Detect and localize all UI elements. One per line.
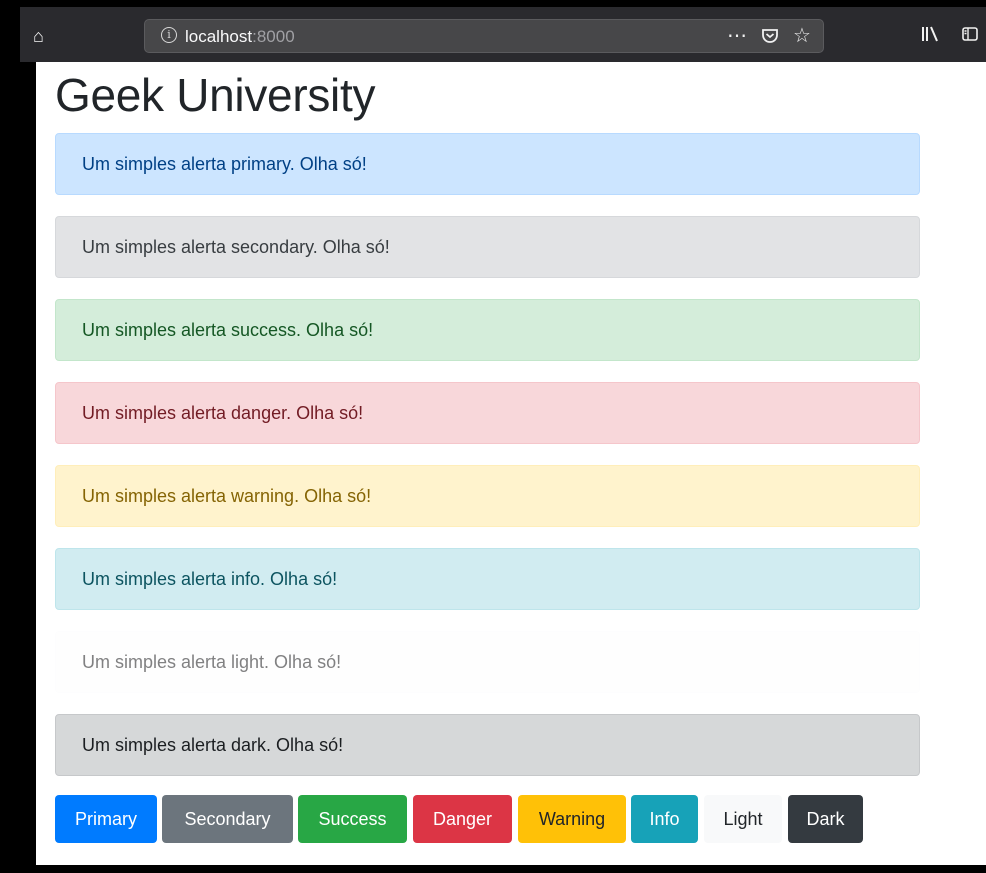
pocket-icon[interactable] [761,25,779,50]
bookmark-star-icon[interactable]: ☆ [793,25,811,47]
page-title: Geek University [55,69,376,121]
url-text[interactable]: localhost:8000 [185,27,295,47]
url-bar[interactable]: i localhost:8000 ⋯ ☆ [144,19,824,53]
url-host: localhost [185,27,253,46]
library-icon[interactable] [920,25,940,47]
alert-warning: Um simples alerta warning. Olha só! [55,465,920,527]
success-button[interactable]: Success [298,795,407,843]
alert-success: Um simples alerta success. Olha só! [55,299,920,361]
alert-secondary: Um simples alerta secondary. Olha só! [55,216,920,278]
info-icon[interactable]: i [161,27,177,43]
dark-button[interactable]: Dark [788,795,863,843]
alert-danger: Um simples alerta danger. Olha só! [55,382,920,444]
home-icon[interactable]: ⌂ [33,27,44,45]
browser-toolbar: ⌂ i localhost:8000 ⋯ ☆ [20,7,986,62]
secondary-button[interactable]: Secondary [162,795,293,843]
page-content: Geek University Um simples alerta primar… [36,62,986,873]
alert-light: Um simples alerta light. Olha só! [55,631,920,693]
url-port: :8000 [252,27,295,46]
light-button[interactable]: Light [704,795,782,843]
info-button[interactable]: Info [631,795,698,843]
primary-button[interactable]: Primary [55,795,157,843]
warning-button[interactable]: Warning [518,795,626,843]
alert-primary: Um simples alerta primary. Olha só! [55,133,920,195]
alert-dark: Um simples alerta dark. Olha só! [55,714,920,776]
danger-button[interactable]: Danger [413,795,512,843]
alert-info: Um simples alerta info. Olha só! [55,548,920,610]
more-icon[interactable]: ⋯ [727,25,747,47]
sidebar-icon[interactable] [961,25,979,47]
